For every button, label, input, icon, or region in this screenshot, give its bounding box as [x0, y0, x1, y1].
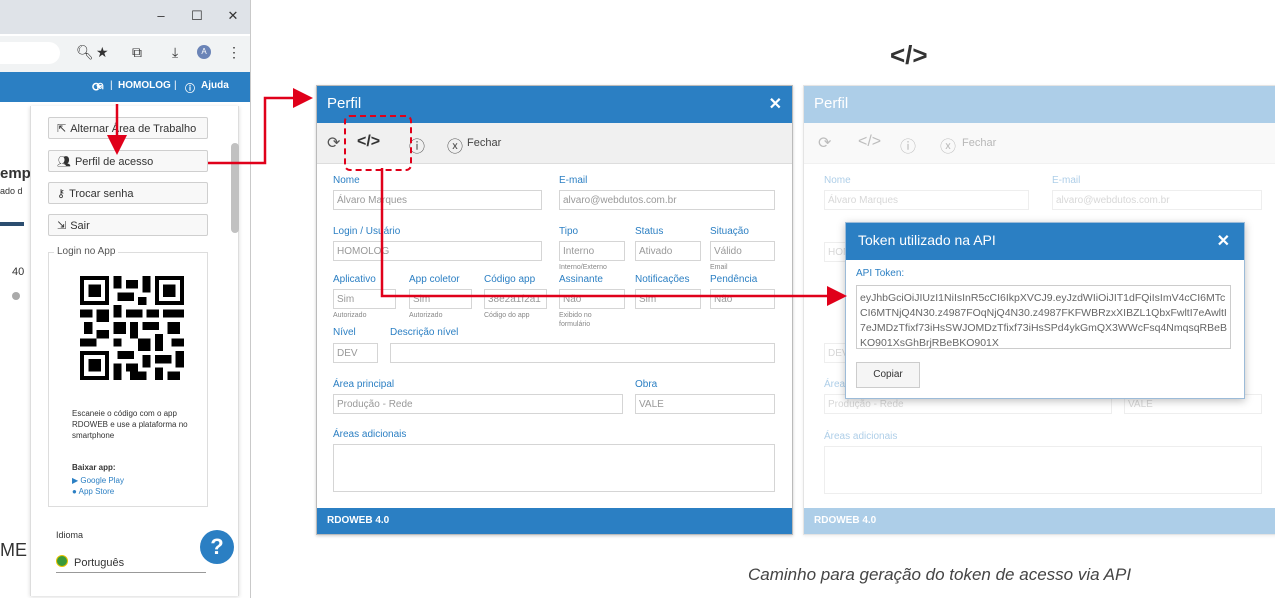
arrow-to-profile-dialog: [208, 88, 313, 165]
caption: Caminho para geração do token de acesso …: [748, 565, 1132, 584]
arrow-to-token: [380, 168, 847, 306]
annotation-arrows: [107, 88, 847, 306]
